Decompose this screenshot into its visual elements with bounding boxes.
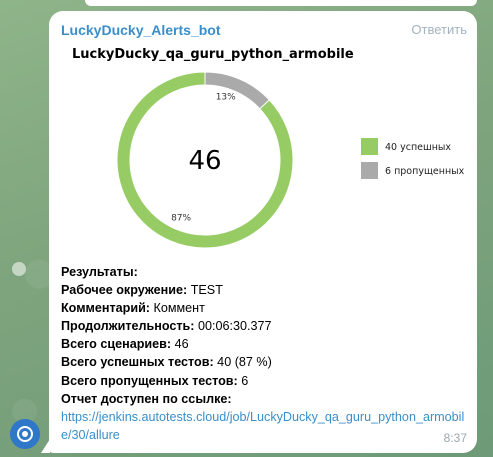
passed-value: 40 (87 %) (213, 355, 272, 370)
env-label: Рабочее окружение: (61, 283, 188, 298)
chart-slice-skipped (204, 71, 271, 110)
comment-value: Коммент (150, 301, 205, 316)
legend-label: 6 пропущенных (385, 166, 465, 177)
donut-chart: LuckyDucky_qa_guru_python_armobile 46 13… (72, 47, 465, 249)
chart-title: LuckyDucky_qa_guru_python_armobile (72, 47, 354, 62)
reply-button[interactable]: Ответить (411, 22, 467, 37)
legend-swatch (361, 138, 378, 155)
skipped-label: Всего пропущенных тестов: (61, 373, 238, 388)
sender-name[interactable]: LuckyDucky_Alerts_bot (61, 22, 221, 38)
pie-chart-image[interactable]: LuckyDucky_qa_guru_python_armobile 46 13… (61, 40, 471, 260)
avatar-glyph-icon (17, 426, 33, 442)
allure-report-link[interactable]: https://jenkins.autotests.cloud/job/Luck… (61, 408, 467, 444)
duration-label: Продолжительность: (61, 319, 195, 334)
sticker-icon (12, 262, 26, 276)
results-heading: Результаты: (61, 265, 138, 279)
legend-swatch (361, 162, 378, 179)
chart-legend: 40 успешных 6 пропущенных (361, 138, 465, 179)
legend-label: 40 успешных (385, 142, 451, 153)
passed-label: Всего успешных тестов: (61, 355, 214, 370)
report-text: Результаты: Рабочее окружение: TEST Комм… (61, 263, 471, 444)
previous-message-bubble (85, 0, 477, 6)
env-value: TEST (187, 283, 223, 298)
link-label: Отчет доступен по ссылке: (61, 391, 232, 406)
message-time: 8:37 (443, 431, 467, 445)
chart-percent-label: 87% (171, 213, 191, 223)
chart-percent-label: 13% (216, 92, 236, 102)
skipped-value: 6 (237, 373, 249, 388)
scenarios-value: 46 (171, 337, 189, 352)
comment-label: Комментарий: (61, 301, 150, 316)
duration-value: 00:06:30.377 (194, 319, 272, 334)
bot-avatar-icon[interactable] (10, 419, 40, 449)
message-bubble-tail (41, 439, 50, 453)
chart-center-label: 46 (188, 146, 221, 176)
scenarios-label: Всего сценариев: (61, 337, 172, 352)
